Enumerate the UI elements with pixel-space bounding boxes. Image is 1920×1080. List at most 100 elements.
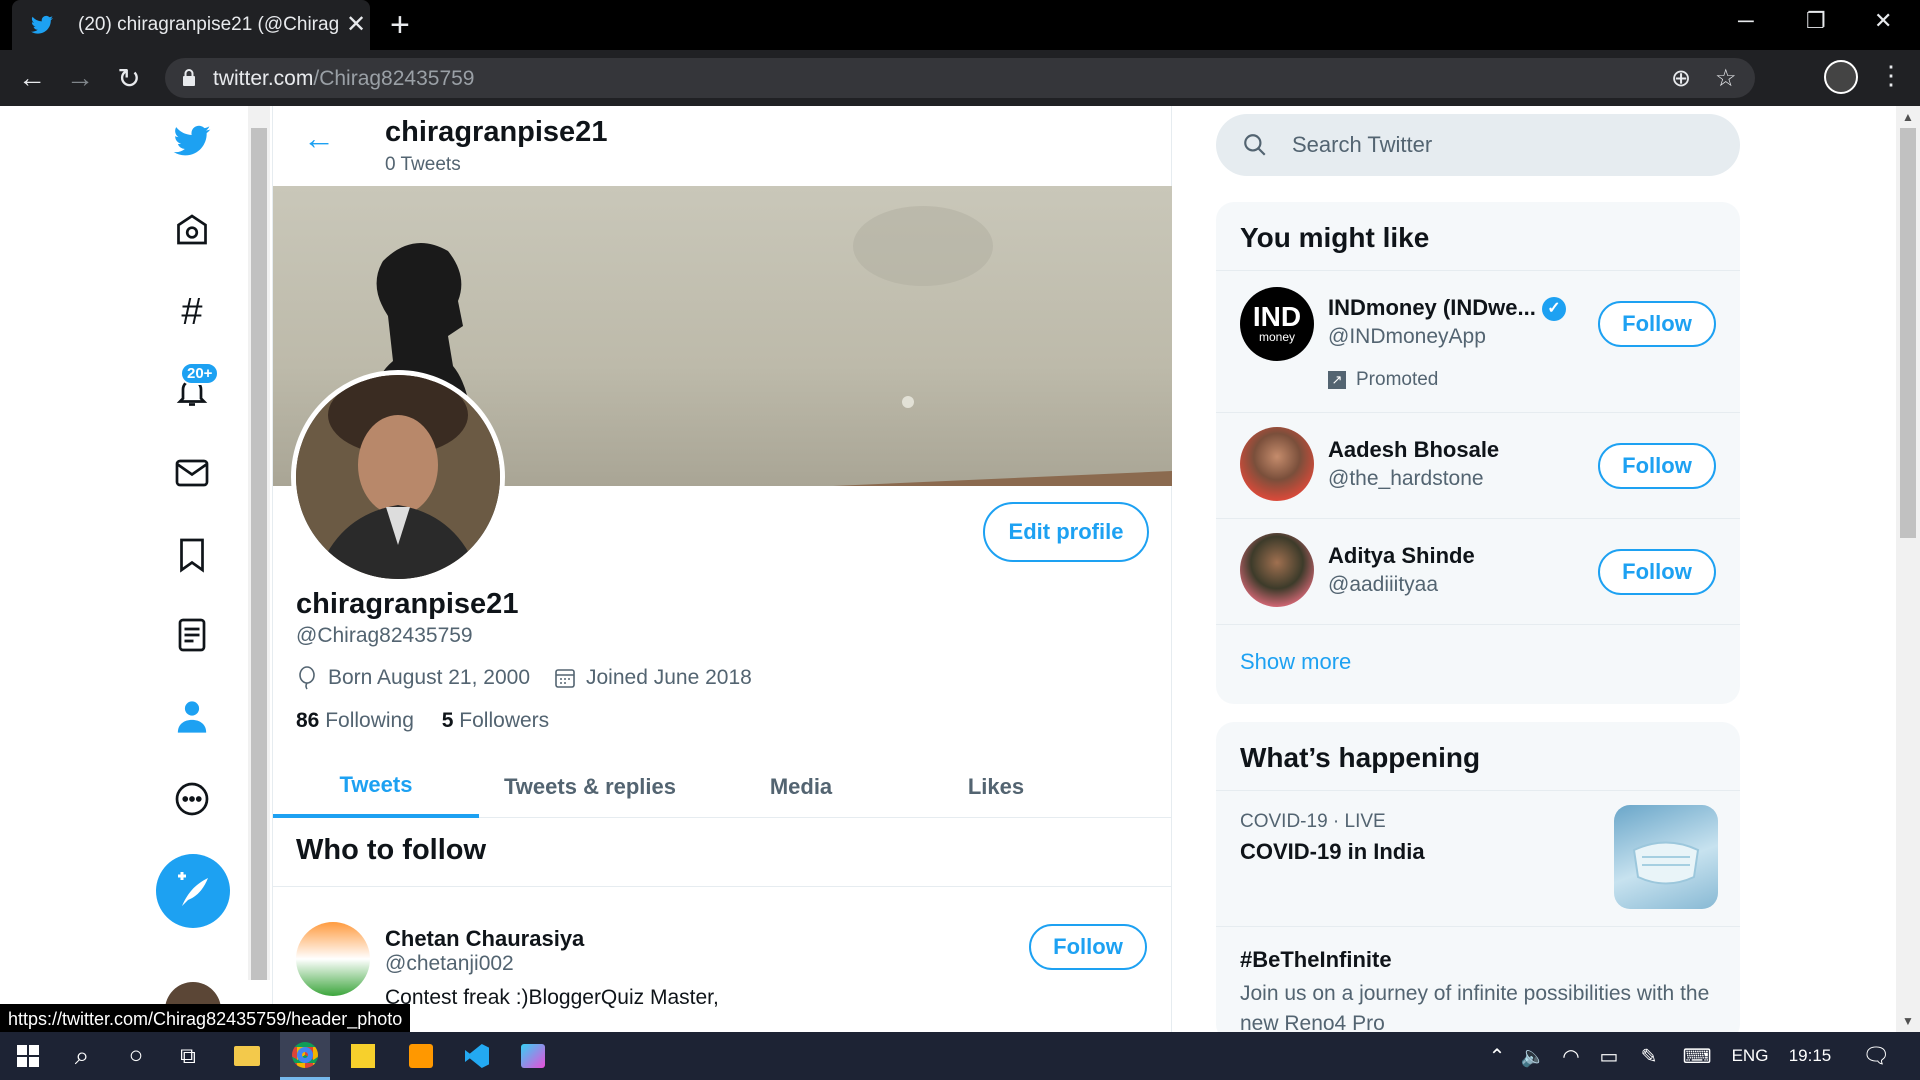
user-avatar[interactable] [1240, 427, 1314, 501]
battery-icon[interactable]: ▭ [1594, 1032, 1624, 1080]
user-name[interactable]: Aditya Shinde [1328, 543, 1475, 569]
follow-button[interactable]: Follow [1598, 301, 1716, 347]
feather-plus-icon [178, 872, 208, 906]
sublime-text-icon[interactable] [396, 1032, 446, 1080]
link-status-bar: https://twitter.com/Chirag82435759/heade… [0, 1004, 411, 1034]
forward-arrow-icon[interactable]: → [64, 62, 96, 94]
minimize-icon[interactable]: ─ [1738, 8, 1754, 34]
list-item[interactable]: Aditya Shinde @aadiiityaa Follow [1216, 518, 1740, 624]
promoted-label: ↗ Promoted [1328, 369, 1438, 391]
profile-meta: Born August 21, 2000 Joined June 2018 [296, 666, 752, 690]
tab-tweets[interactable]: Tweets [273, 756, 479, 818]
follow-button[interactable]: Follow [1598, 443, 1716, 489]
notifications-badge: 20+ [180, 362, 220, 385]
scroll-up-icon[interactable]: ▲ [1902, 110, 1914, 124]
header-tweet-count: 0 Tweets [385, 154, 461, 175]
user-avatar[interactable] [1240, 533, 1314, 607]
vscode-icon[interactable] [452, 1032, 502, 1080]
new-tab-icon[interactable]: + [390, 6, 410, 45]
bookmark-icon[interactable] [169, 532, 215, 578]
you-might-like-panel: You might like IND money INDmoney (INDwe.… [1216, 202, 1740, 704]
tab-tweets-replies[interactable]: Tweets & replies [479, 756, 701, 818]
browser-toolbar: ← → ↻ twitter.com/Chirag82435759 ☆ ⊕ ⋮ [0, 50, 1920, 106]
trend-item[interactable]: COVID-19 · LIVE COVID-19 in India [1216, 790, 1740, 926]
profile-avatar[interactable] [1824, 60, 1858, 94]
list-item[interactable]: IND money INDmoney (INDwe... ✓ @INDmoneyA… [1216, 270, 1740, 412]
user-handle: @INDmoneyApp [1328, 325, 1486, 348]
install-icon[interactable]: ⊕ [1671, 64, 1691, 93]
tab-media[interactable]: Media [701, 756, 901, 818]
twitter-favicon-icon [31, 15, 53, 34]
app-icon[interactable] [508, 1032, 558, 1080]
keyboard-icon[interactable]: ⌨ [1678, 1032, 1716, 1080]
sticky-notes-icon[interactable] [338, 1032, 388, 1080]
search-input[interactable]: Search Twitter [1216, 114, 1740, 176]
right-scrollbar[interactable]: ▲ ▼ [1896, 106, 1920, 1032]
messages-mail-icon[interactable] [169, 450, 215, 496]
user-name[interactable]: Aadesh Bhosale [1328, 437, 1499, 463]
face-mask-thumbnail[interactable] [1614, 805, 1718, 909]
tab-likes[interactable]: Likes [901, 756, 1091, 818]
followers-link[interactable]: 5 Followers [442, 709, 549, 732]
edit-profile-button[interactable]: Edit profile [983, 502, 1149, 562]
whats-happening-panel: What’s happening COVID-19 · LIVE COVID-1… [1216, 722, 1740, 1032]
scroll-down-icon[interactable]: ▼ [1902, 1014, 1914, 1028]
notifications-bell-icon[interactable]: 20+ [169, 362, 220, 414]
user-handle: @aadiiityaa [1328, 573, 1439, 596]
follow-button[interactable]: Follow [1598, 549, 1716, 595]
url-text: twitter.com/Chirag82435759 [213, 67, 475, 90]
windows-start-icon[interactable] [6, 1032, 50, 1080]
following-link[interactable]: 86 Following [296, 709, 414, 732]
reload-icon[interactable]: ↻ [113, 62, 145, 95]
suggested-user-avatar[interactable] [296, 922, 370, 996]
menu-icon[interactable]: ⋮ [1878, 60, 1904, 91]
chevron-up-icon[interactable]: ⌃ [1484, 1032, 1510, 1080]
show-more-link[interactable]: Show more [1240, 649, 1351, 675]
notification-center-icon[interactable]: 🗨 [1856, 1032, 1896, 1080]
who-to-follow-title: Who to follow [296, 834, 487, 866]
show-more-row[interactable]: Show more [1216, 624, 1740, 704]
left-scrollbar[interactable] [248, 106, 270, 980]
profile-avatar-photo[interactable] [291, 370, 505, 584]
twitter-logo-icon[interactable] [169, 118, 215, 164]
star-icon[interactable]: ☆ [1715, 64, 1737, 93]
mask-image [1632, 841, 1700, 885]
compose-tweet-button[interactable] [156, 854, 230, 928]
page-viewport: # 20+ ← chiragranpise21 0 Tweets Edit pr… [0, 106, 1920, 1032]
indmoney-logo[interactable]: IND money [1240, 287, 1314, 361]
explore-hashtag-icon[interactable]: # [169, 289, 215, 335]
user-name[interactable]: INDmoney (INDwe... ✓ [1328, 295, 1566, 322]
lists-icon[interactable] [169, 612, 215, 658]
address-bar[interactable]: twitter.com/Chirag82435759 ☆ ⊕ [165, 58, 1755, 98]
file-explorer-icon[interactable] [222, 1032, 272, 1080]
language-indicator[interactable]: ENG [1728, 1032, 1772, 1080]
cortana-icon[interactable]: ○ [114, 1032, 158, 1080]
birth-date: Born August 21, 2000 [328, 666, 530, 689]
browser-tab[interactable]: (20) chiragranpise21 (@Chirag82435759) /… [12, 0, 370, 50]
tab-close-icon[interactable]: ✕ [346, 10, 366, 39]
calendar-icon [555, 669, 575, 688]
browser-tabstrip: (20) chiragranpise21 (@Chirag82435759) /… [0, 0, 1920, 50]
home-icon[interactable] [169, 208, 215, 254]
profile-person-icon[interactable] [169, 694, 215, 740]
search-icon [1244, 134, 1266, 156]
wifi-icon[interactable]: ◠ [1556, 1032, 1586, 1080]
window-close-icon[interactable]: ✕ [1874, 8, 1892, 34]
search-icon[interactable]: ⌕ [60, 1032, 104, 1080]
chrome-icon[interactable] [280, 1032, 330, 1080]
restore-icon[interactable]: ❐ [1806, 8, 1826, 34]
follow-button[interactable]: Follow [1029, 924, 1147, 970]
volume-icon[interactable]: 🔈 [1518, 1032, 1548, 1080]
trend-item[interactable]: #BeTheInfinite Join us on a journey of i… [1216, 926, 1740, 1032]
trend-title: COVID-19 in India [1240, 839, 1425, 864]
back-arrow-icon[interactable]: ← [303, 120, 335, 157]
profile-tabs: Tweets Tweets & replies Media Likes [273, 756, 1172, 818]
more-circle-icon[interactable] [169, 776, 215, 822]
pen-icon[interactable]: ✎ [1634, 1032, 1664, 1080]
suggested-user-handle: @chetanji002 [385, 952, 514, 975]
list-item[interactable]: Aadesh Bhosale @the_hardstone Follow [1216, 412, 1740, 518]
suggested-user-name[interactable]: Chetan Chaurasiya [385, 926, 584, 952]
task-view-icon[interactable]: ⧉ [166, 1032, 210, 1080]
clock[interactable]: 19:15 [1780, 1032, 1840, 1080]
back-arrow-icon[interactable]: ← [16, 62, 48, 94]
